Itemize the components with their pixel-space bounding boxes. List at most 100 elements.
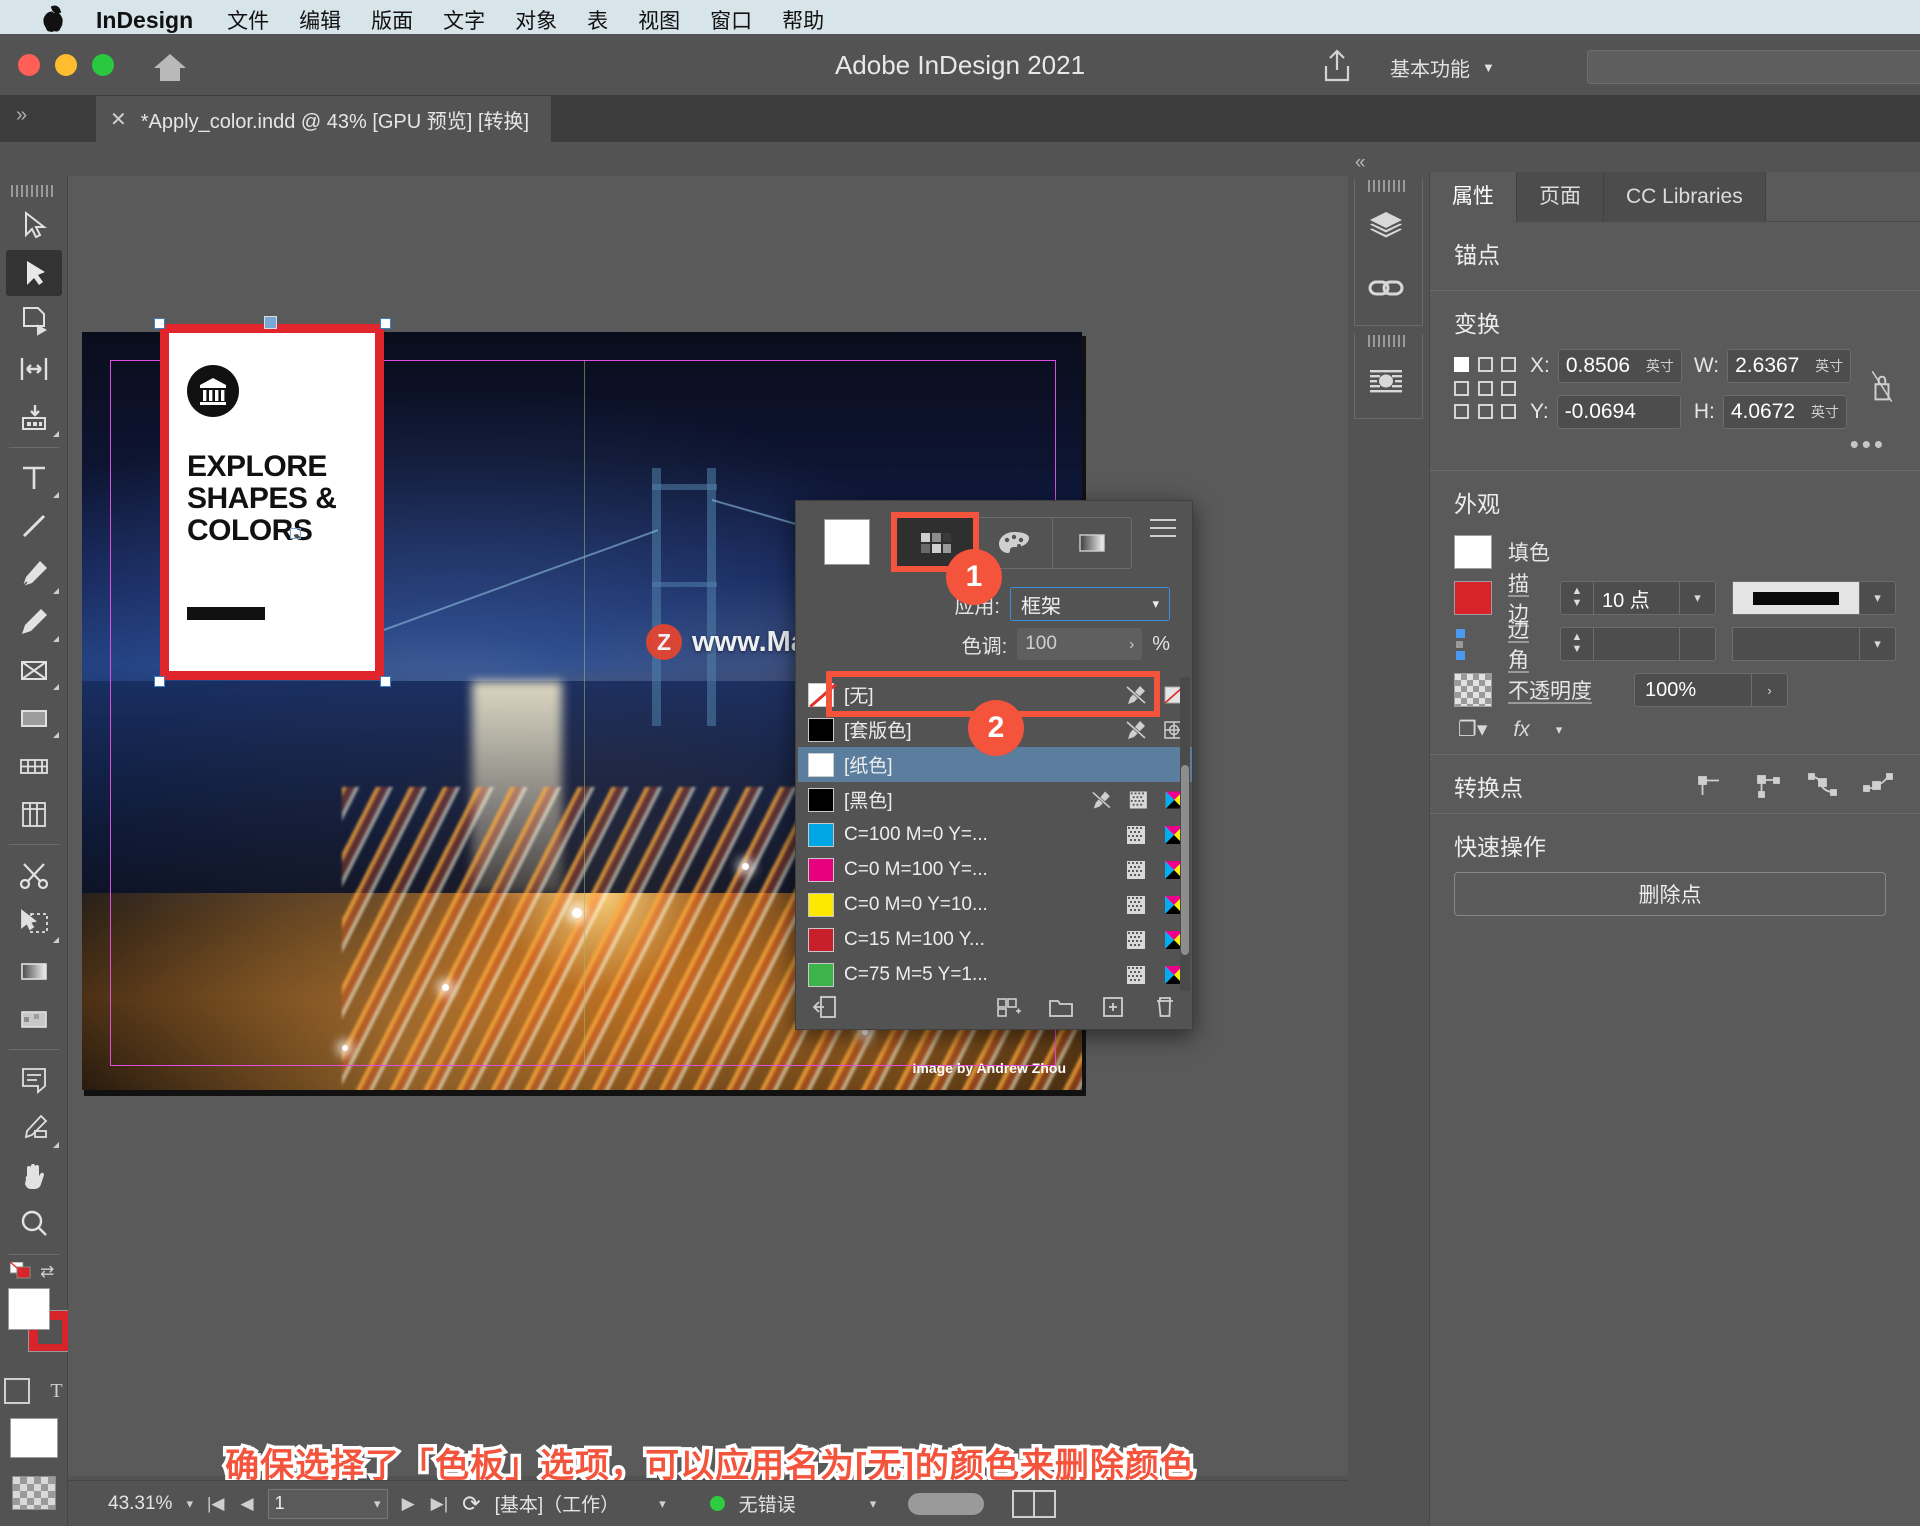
corner-options-icon[interactable] [1454,627,1492,661]
load-swatches-icon[interactable] [812,995,838,1019]
reference-point-selector[interactable] [1454,357,1518,421]
swatches-panel[interactable]: 1 应用: 框架 ▾ 色调: 100 › % [无] [套版色] [纸色] [黑… [795,500,1193,1030]
delete-point-button[interactable]: 删除点 [1454,872,1886,916]
selection-handle[interactable] [380,318,391,329]
collapse-panels-right-icon[interactable]: « [1355,152,1366,174]
corner-point-icon[interactable] [1750,772,1784,800]
menu-item-view[interactable]: 视图 [638,5,680,35]
scissors-tool[interactable] [6,852,62,898]
menu-item-layout[interactable]: 版面 [371,5,413,35]
preflight-dropdown-icon[interactable]: ▾ [659,1496,666,1512]
swap-fill-stroke-icon[interactable]: ⇄ [40,1262,54,1282]
page-number-input[interactable]: 1 ▾ [267,1488,388,1519]
gradient-tab[interactable] [1053,518,1131,568]
zoom-tool[interactable] [6,1201,62,1247]
menu-app-name[interactable]: InDesign [96,7,193,34]
menu-item-edit[interactable]: 编辑 [299,5,341,35]
stroke-style-dropdown-icon[interactable]: ▾ [1860,581,1896,615]
workspace-switcher[interactable]: 基本功能 ▼ [1390,50,1495,84]
transform-tool[interactable] [6,900,62,946]
apple-logo-icon[interactable] [40,5,66,35]
rail-grip[interactable] [1367,334,1410,347]
y-input[interactable]: -0.0694 [1556,395,1681,429]
tint-stepper-icon[interactable]: › [1129,636,1134,653]
direct-selection-tool[interactable] [5,250,62,296]
menu-item-object[interactable]: 对象 [515,5,557,35]
fill-color-swatch[interactable] [1454,535,1492,569]
format-container-icon[interactable] [4,1378,31,1404]
preflight-icon[interactable]: ⟳ [462,1491,480,1517]
opacity-value[interactable]: 100% [1634,673,1752,707]
column-tool[interactable] [6,791,62,837]
share-icon[interactable] [1320,48,1354,84]
note-tool[interactable] [6,1057,62,1103]
split-layout-view-icon[interactable] [1012,1489,1057,1518]
new-swatch-icon[interactable] [1100,995,1126,1019]
swatch-row-black[interactable]: [黑色] [798,782,1192,817]
fill-swatch[interactable] [8,1288,50,1330]
next-page-icon[interactable]: ▶ [402,1494,415,1514]
free-transform-tool[interactable] [6,743,62,789]
collapse-panels-left-icon[interactable]: » [16,104,27,127]
selection-handle[interactable] [380,676,391,687]
page-tool[interactable] [6,298,62,344]
first-page-icon[interactable]: |◀ [207,1494,225,1514]
delete-swatch-icon[interactable] [1152,995,1178,1019]
corner-size-value[interactable] [1594,627,1680,661]
tab-cc-libraries[interactable]: CC Libraries [1604,172,1766,222]
content-collector-tool[interactable] [6,394,62,440]
corner-shape-preview[interactable] [1732,627,1860,661]
line-tool[interactable] [6,503,62,549]
previous-page-icon[interactable]: ◀ [240,1494,253,1514]
plain-point-icon[interactable] [1694,772,1728,800]
last-page-icon[interactable]: ▶| [431,1494,449,1514]
stroke-weight-value[interactable]: 10 点 [1594,581,1680,615]
anchor-point-marker[interactable] [290,528,301,539]
corner-size-stepper[interactable]: ▲ ▼ [1560,627,1594,661]
swatch-row-cyan[interactable]: C=100 M=0 Y=... [798,817,1192,852]
text-wrap-icon[interactable] [1355,350,1417,412]
pencil-tool[interactable] [6,599,62,645]
corner-shape-dropdown-icon[interactable]: ▾ [1860,627,1896,661]
swatches-fill-indicator[interactable] [824,519,870,565]
h-input[interactable]: 4.0672 英寸 [1722,395,1847,429]
apply-target-select[interactable]: 框架 ▾ [1010,587,1170,621]
menu-item-type[interactable]: 文字 [443,5,485,35]
fx-icon[interactable]: fx [1513,718,1529,742]
pen-tool[interactable] [6,551,62,597]
selection-handle-top[interactable] [264,316,277,329]
opacity-slider-icon[interactable]: › [1752,673,1788,707]
menu-item-file[interactable]: 文件 [227,5,269,35]
gradient-feather-tool[interactable] [6,996,62,1042]
gap-tool[interactable] [6,346,62,392]
menu-item-table[interactable]: 表 [587,5,608,35]
menu-item-help[interactable]: 帮助 [782,5,824,35]
w-input[interactable]: 2.6367 英寸 [1727,349,1852,383]
document-tab[interactable]: ✕ *Apply_color.indd @ 43% [GPU 预览] [转换] [96,96,552,142]
default-fill-stroke-icon[interactable] [9,1261,32,1280]
tab-properties[interactable]: 属性 [1430,172,1517,222]
stroke-color-swatch[interactable] [1454,581,1492,615]
transform-more-options[interactable]: ••• [1454,429,1896,460]
rectangle-tool[interactable] [6,695,62,741]
rail-grip[interactable] [1367,179,1410,192]
links-icon[interactable] [1355,257,1417,319]
apply-none-button[interactable] [11,1476,56,1510]
zoom-dropdown-icon[interactable]: ▾ [186,1496,193,1512]
error-dropdown-icon[interactable]: ▾ [870,1496,877,1512]
zoom-level[interactable]: 43.31% [108,1493,172,1515]
fx-dropdown-icon[interactable]: ▾ [1556,722,1563,738]
stroke-weight-stepper[interactable]: ▲ ▼ [1560,581,1594,615]
eyedropper-tool[interactable] [6,1105,62,1151]
swatch-list-scrollbar[interactable] [1180,677,1190,991]
poster-frame[interactable]: EXPLORE SHAPES & COLORS [160,324,384,680]
new-swatch-folder-icon[interactable] [1048,995,1074,1019]
tint-input[interactable]: 100 › [1017,628,1143,660]
x-input[interactable]: 0.8506 英寸 [1557,349,1682,383]
close-icon[interactable]: ✕ [110,107,127,132]
frame-tool[interactable] [6,647,62,693]
selection-handle[interactable] [154,318,165,329]
stroke-weight-dropdown-icon[interactable]: ▾ [1680,581,1716,615]
selection-tool[interactable] [6,202,62,248]
constrain-proportions-icon[interactable] [1869,368,1895,410]
